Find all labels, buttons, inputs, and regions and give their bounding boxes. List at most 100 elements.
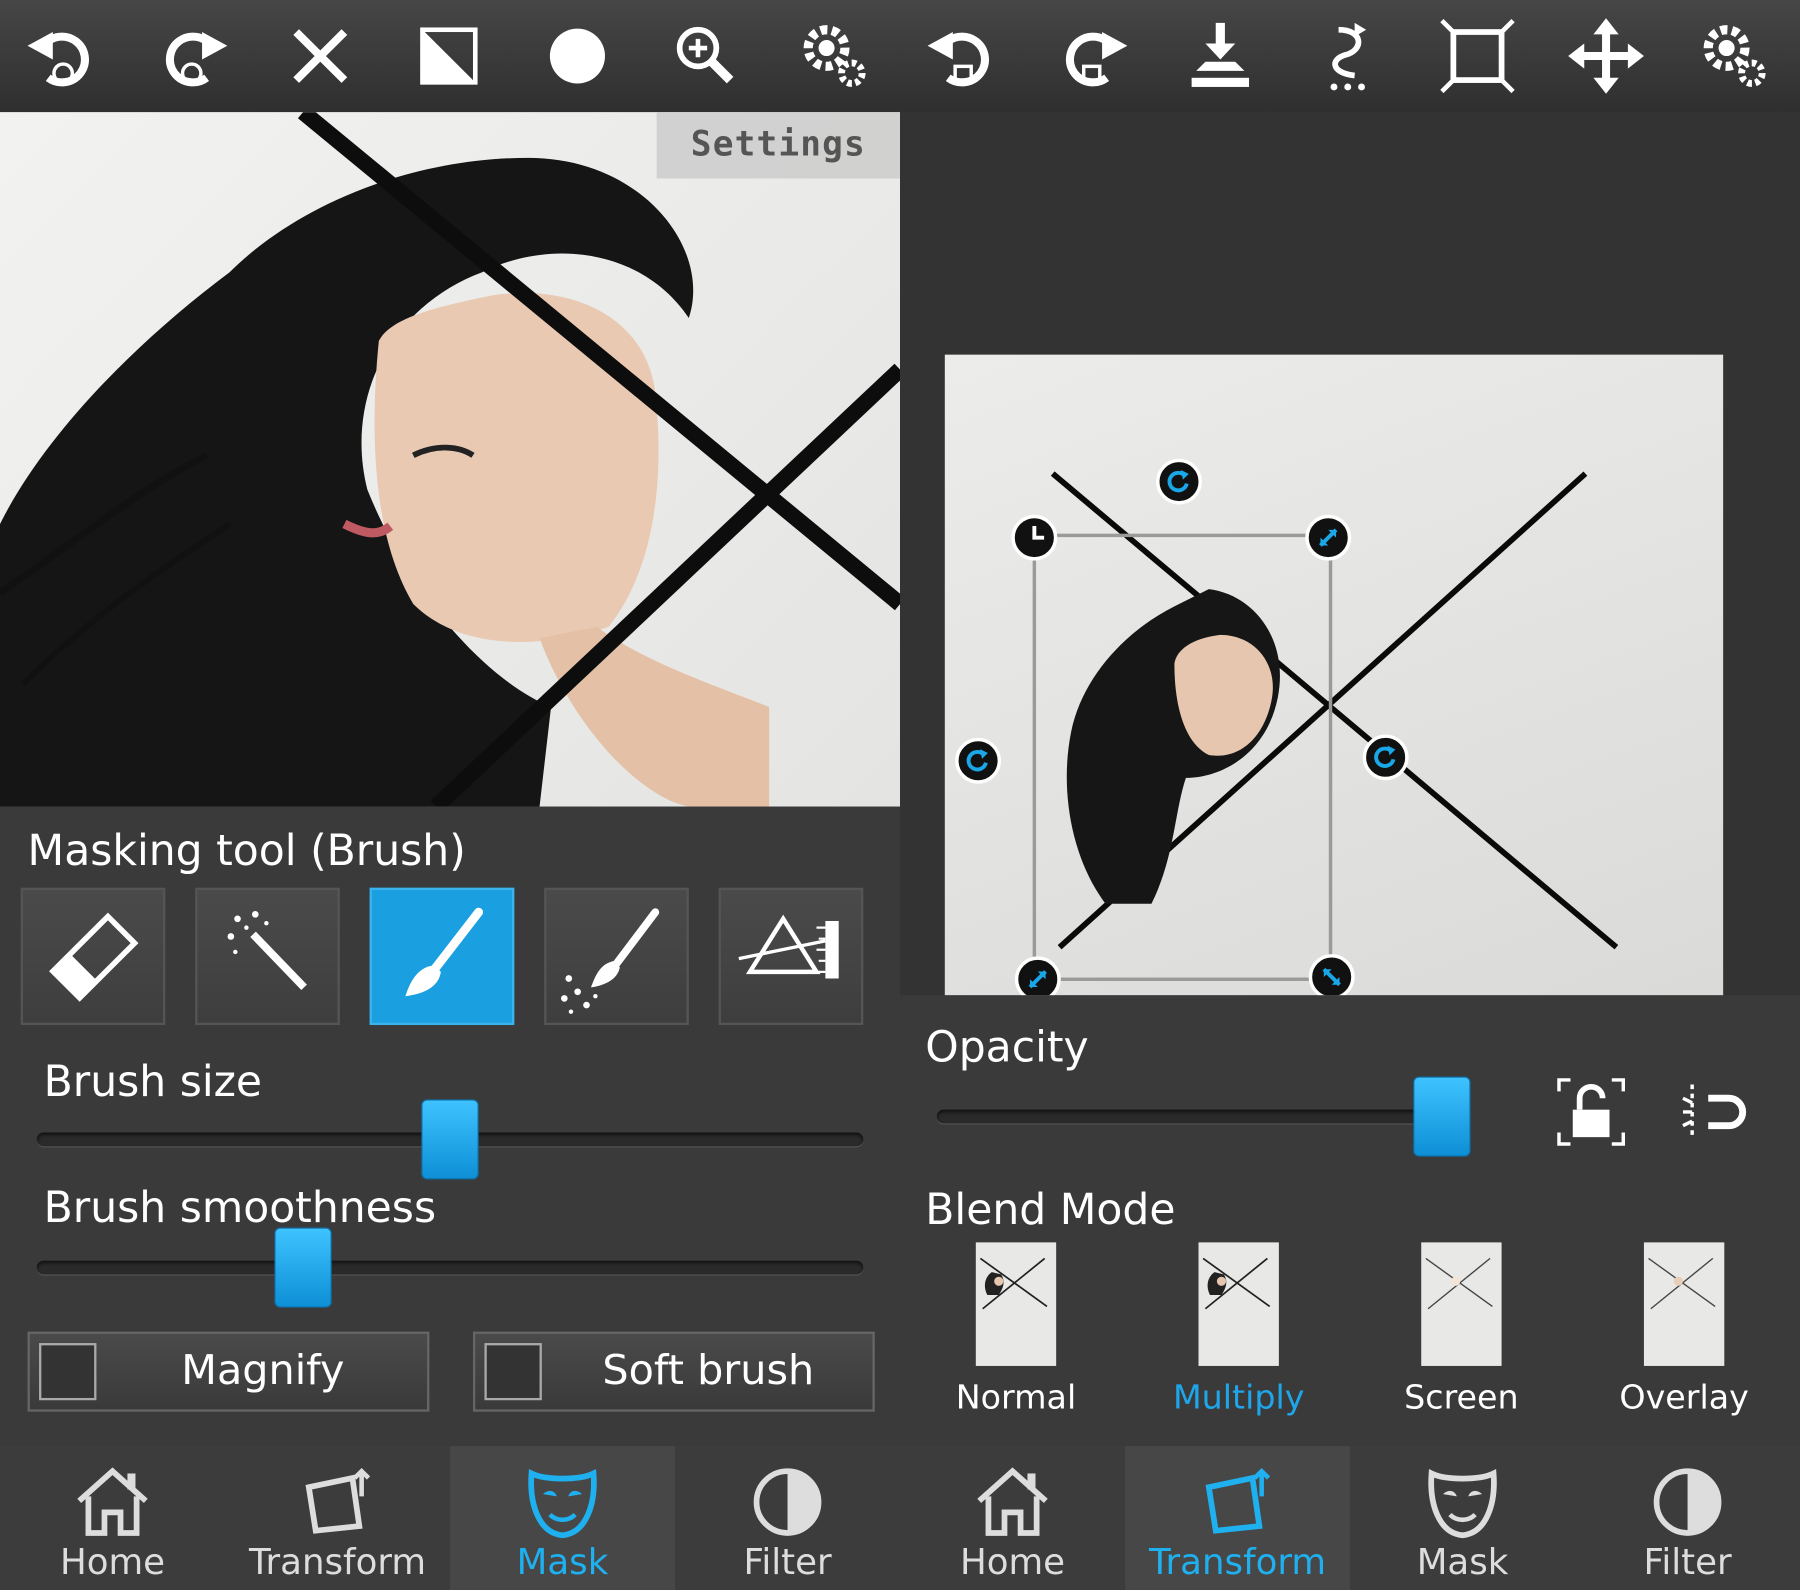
scale-handle-bottom-right[interactable] xyxy=(1308,954,1355,996)
blend-normal-label: Normal xyxy=(955,1377,1077,1417)
redo-button[interactable] xyxy=(147,11,237,100)
zoom-icon xyxy=(676,26,734,84)
blend-screen-label: Screen xyxy=(1404,1377,1519,1417)
rotate-icon xyxy=(1374,745,1396,768)
blend-overlay[interactable]: Overlay xyxy=(1598,1242,1770,1425)
nav-filter[interactable]: Filter xyxy=(675,1446,900,1590)
magnify-checkbox[interactable] xyxy=(39,1343,97,1401)
invert-mask-button[interactable] xyxy=(404,11,494,100)
zoom-button[interactable] xyxy=(661,11,751,100)
portrait-image xyxy=(0,112,901,807)
nav-transform-label: Transform xyxy=(1149,1542,1327,1584)
magnet-button[interactable] xyxy=(1676,1075,1749,1148)
magic-wand-tool-button[interactable] xyxy=(195,887,340,1026)
scale-handle-top-right[interactable] xyxy=(1305,514,1352,561)
rotate-handle-top[interactable] xyxy=(1156,458,1202,505)
transform-toolbar xyxy=(900,0,1800,113)
rotate-icon xyxy=(1167,469,1189,493)
blend-mode-label: Blend Mode xyxy=(925,1185,1176,1235)
mask-icon xyxy=(1428,1469,1497,1539)
magic-wand-icon xyxy=(227,911,307,991)
rotate-icon xyxy=(966,749,988,772)
nav-transform[interactable]: Transform xyxy=(225,1446,450,1590)
settings-button[interactable] xyxy=(1690,11,1780,100)
undo-button[interactable] xyxy=(18,11,108,100)
bottom-nav: Home Transform Mask Filter xyxy=(900,1446,1800,1590)
gradient-ruler-icon xyxy=(738,914,839,979)
blend-normal[interactable]: Normal xyxy=(930,1242,1102,1425)
brush-tool-button[interactable] xyxy=(369,887,515,1026)
invert-mask-icon xyxy=(420,27,478,85)
redo-icon xyxy=(165,32,228,87)
nav-filter[interactable]: Filter xyxy=(1575,1446,1800,1590)
settings-tab[interactable]: Settings xyxy=(656,112,901,179)
nav-home[interactable]: Home xyxy=(0,1446,225,1590)
magnify-label: Magnify xyxy=(181,1347,345,1395)
settings-button[interactable] xyxy=(790,11,880,100)
redo-icon xyxy=(1065,32,1128,87)
mask-toolbar xyxy=(0,0,901,113)
brush-preview-button[interactable] xyxy=(533,11,623,100)
rotate-handle-left[interactable] xyxy=(955,737,1002,784)
flip-icon xyxy=(1330,22,1367,91)
brush-smoothness-slider[interactable] xyxy=(36,1217,864,1320)
composition-canvas[interactable] xyxy=(944,354,1724,996)
photo-canvas[interactable]: Settings xyxy=(0,112,901,807)
brush-size-thumb[interactable] xyxy=(422,1100,478,1179)
rotate-handle-right[interactable] xyxy=(1362,734,1409,781)
flatten-icon xyxy=(1191,22,1250,87)
transform-icon xyxy=(305,1467,371,1534)
blend-screen[interactable]: Screen xyxy=(1375,1242,1547,1425)
resize-diagonal-icon xyxy=(1319,528,1338,547)
opacity-thumb[interactable] xyxy=(1414,1077,1470,1156)
brush-size-slider[interactable] xyxy=(36,1089,864,1192)
scale-handle-bottom-left[interactable] xyxy=(1014,956,1061,996)
eraser-tool-button[interactable] xyxy=(20,887,166,1026)
composition-image xyxy=(1032,471,1619,981)
masking-tool-label: Masking tool (Brush) xyxy=(27,825,466,876)
nav-home[interactable]: Home xyxy=(900,1446,1125,1590)
soft-brush-toggle[interactable]: Soft brush xyxy=(472,1331,875,1412)
blend-multiply[interactable]: Multiply xyxy=(1153,1242,1325,1425)
brush-smoothness-thumb[interactable] xyxy=(275,1228,331,1307)
undo-icon xyxy=(27,32,89,87)
nav-mask-label: Mask xyxy=(516,1542,609,1584)
nav-mask[interactable]: Mask xyxy=(450,1446,676,1590)
mask-panel: Settings Masking tool (Brush) Brush size… xyxy=(0,0,901,1590)
unlock-icon xyxy=(1557,1078,1625,1146)
flatten-button[interactable] xyxy=(1176,11,1266,100)
undo-button[interactable] xyxy=(918,11,1008,100)
redo-button[interactable] xyxy=(1047,11,1137,100)
move-button[interactable] xyxy=(1561,11,1651,100)
app-root: Settings Masking tool (Brush) Brush size… xyxy=(0,0,1800,1590)
gradient-tool-button[interactable] xyxy=(718,887,864,1026)
magnet-icon xyxy=(1682,1084,1747,1140)
nav-transform[interactable]: Transform xyxy=(1125,1446,1351,1590)
home-icon xyxy=(977,1467,1048,1536)
bottom-nav: Home Transform Mask Filter xyxy=(0,1446,901,1590)
filter-icon xyxy=(753,1468,822,1536)
clear-mask-button[interactable] xyxy=(276,11,366,100)
blend-multiply-label: Multiply xyxy=(1172,1377,1305,1417)
magnify-toggle[interactable]: Magnify xyxy=(27,1331,430,1412)
transform-panel: Opacity Blend Mode Normal Multiply Scree… xyxy=(900,0,1800,1590)
spray-brush-icon xyxy=(560,908,660,1014)
rotate-corner-handle[interactable] xyxy=(1011,514,1058,561)
nav-mask[interactable]: Mask xyxy=(1350,1446,1575,1590)
lock-button[interactable] xyxy=(1554,1075,1627,1148)
nav-home-label: Home xyxy=(59,1542,166,1584)
soft-brush-checkbox[interactable] xyxy=(484,1343,542,1401)
settings-icon xyxy=(1703,25,1766,87)
flip-button[interactable] xyxy=(1304,11,1394,100)
opacity-slider[interactable] xyxy=(936,1066,1470,1169)
resize-diagonal-icon xyxy=(1028,970,1047,989)
move-icon xyxy=(1568,18,1644,94)
opacity-track xyxy=(936,1109,1470,1124)
opacity-label: Opacity xyxy=(925,1022,1089,1072)
spray-brush-tool-button[interactable] xyxy=(544,887,689,1026)
nav-filter-label: Filter xyxy=(743,1542,832,1584)
filter-icon xyxy=(1653,1468,1722,1536)
clock-icon xyxy=(1032,526,1045,540)
clear-icon xyxy=(293,29,348,83)
fit-button[interactable] xyxy=(1433,11,1523,100)
